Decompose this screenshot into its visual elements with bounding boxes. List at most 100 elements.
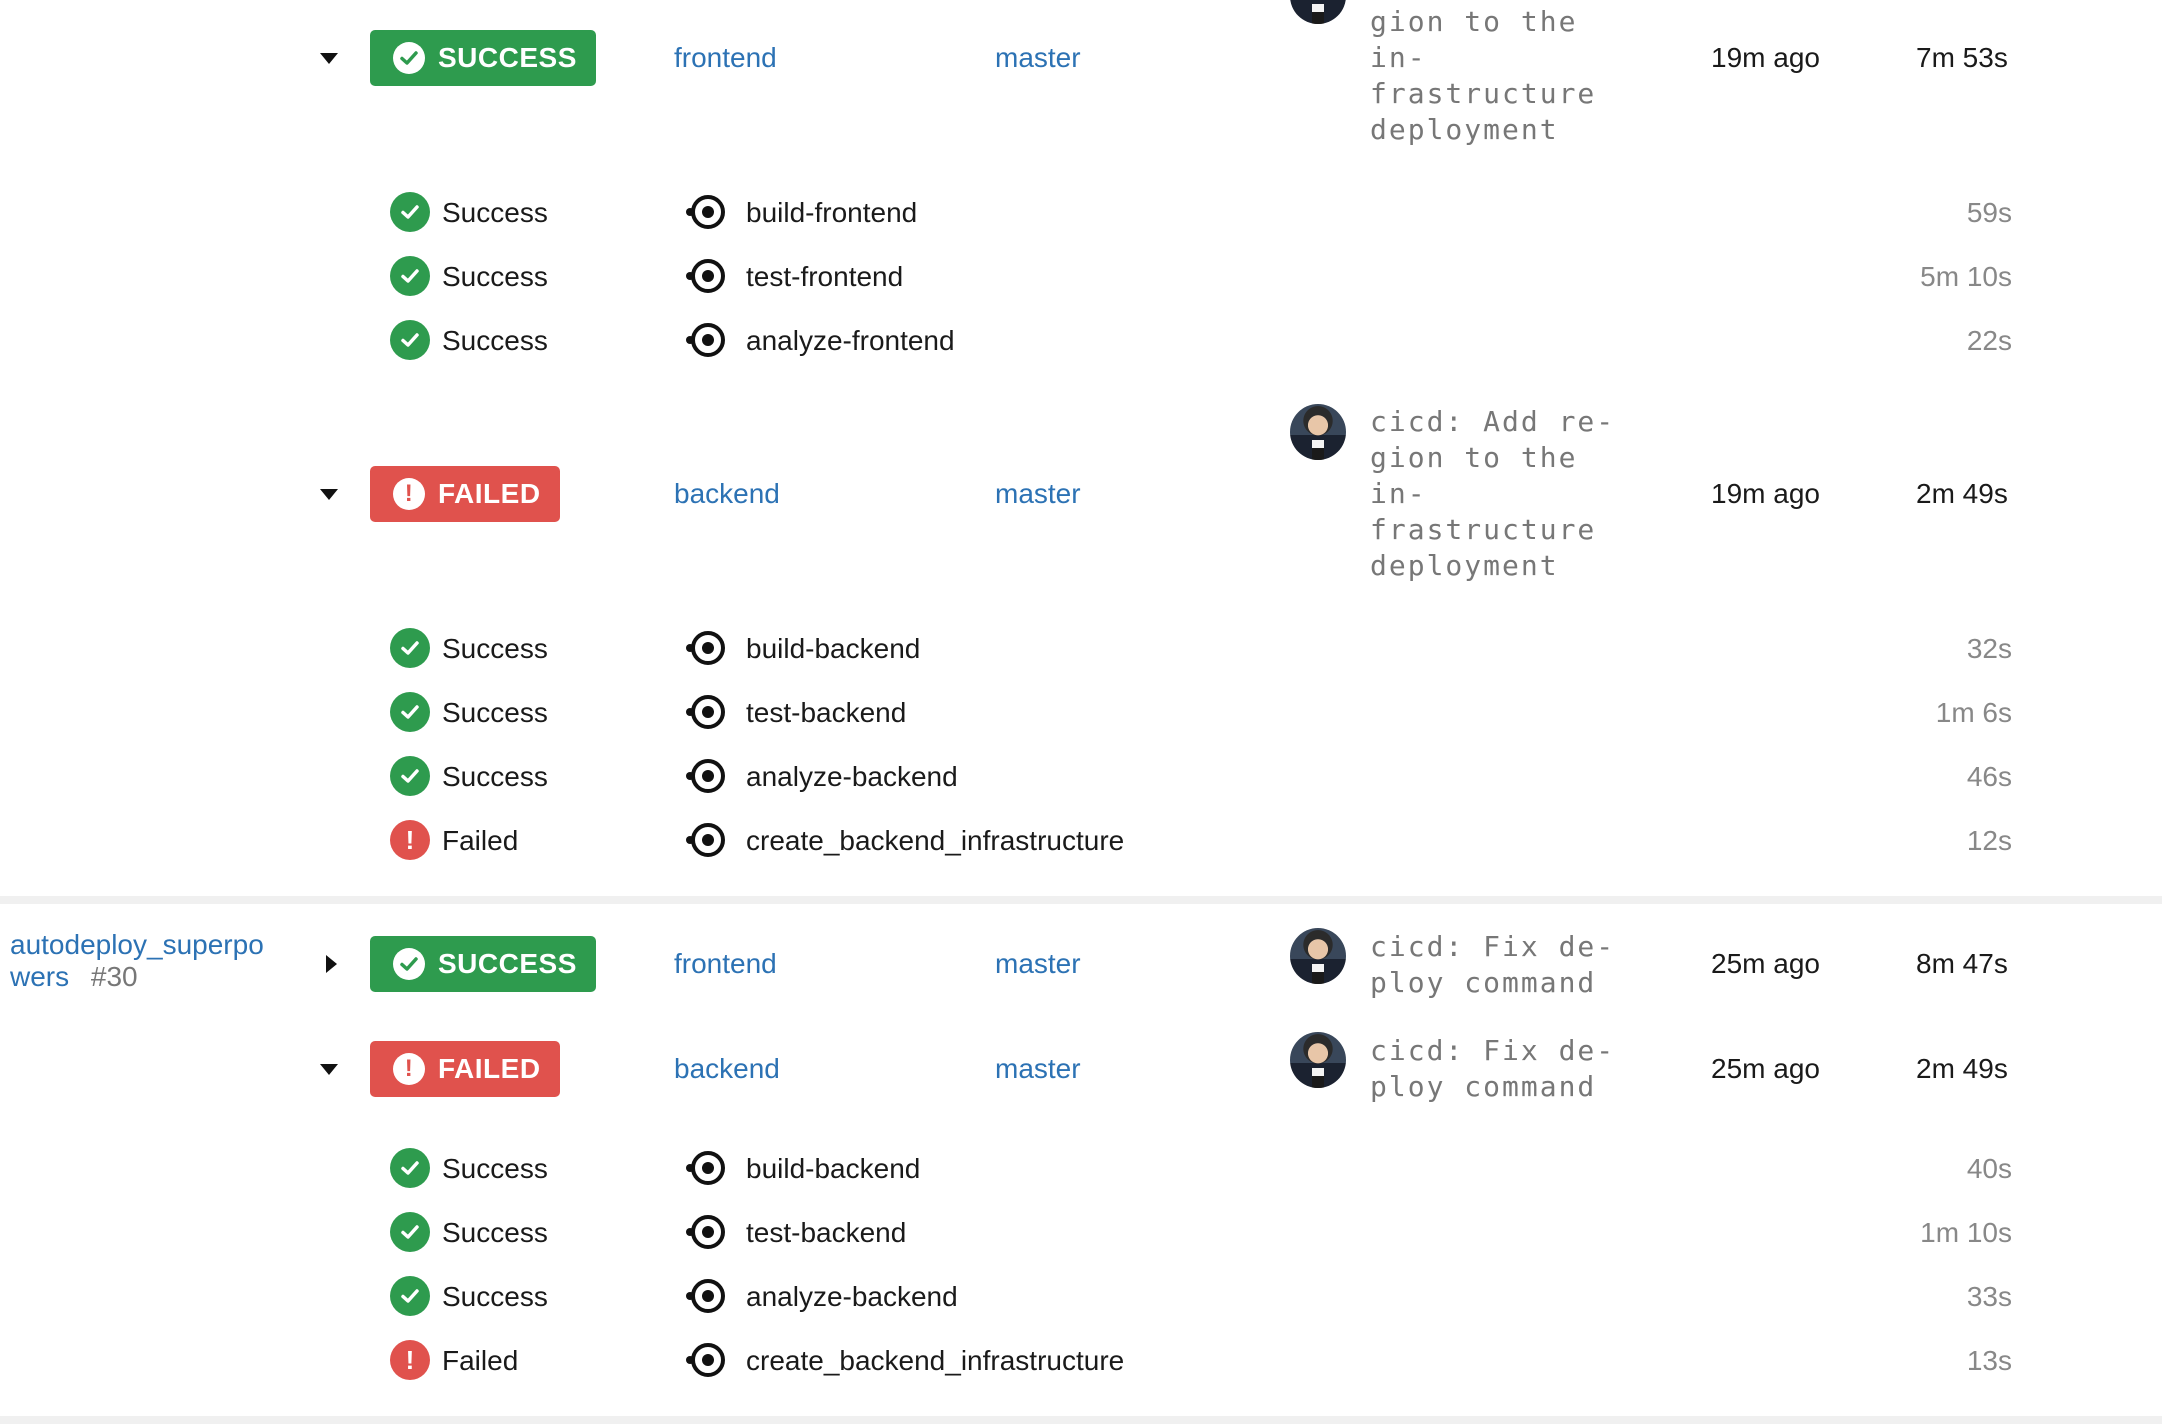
- time-ago: 25m ago: [1711, 948, 1820, 979]
- status-badge[interactable]: SUCCESS: [370, 936, 596, 992]
- job-type-icon: [686, 1215, 725, 1249]
- job-type-icon: [686, 631, 725, 665]
- exclamation-circle-icon: !: [390, 820, 430, 860]
- job-name[interactable]: create_backend_infrastructure: [746, 1345, 1124, 1377]
- check-circle-icon: [390, 1212, 430, 1252]
- commit-message[interactable]: cicd: Fix de- ploy command: [1370, 929, 1615, 1001]
- project-link[interactable]: backend: [674, 478, 780, 510]
- exclamation-circle-icon: !: [393, 478, 425, 510]
- check-circle-icon: [390, 256, 430, 296]
- commit-line: cicd: Fix de-: [1370, 930, 1616, 963]
- pipeline-duration: 8m 47s: [1916, 948, 2008, 979]
- check-circle-icon: [390, 1276, 430, 1316]
- check-circle-icon: [390, 756, 430, 796]
- job-name[interactable]: create_backend_infrastructure: [746, 825, 1124, 857]
- job-status-label: Success: [442, 261, 548, 292]
- status-badge-label: SUCCESS: [438, 42, 577, 73]
- time-ago: 19m ago: [1711, 478, 1820, 509]
- commit-line: deployment: [1370, 113, 1559, 146]
- status-badge-label: FAILED: [438, 478, 541, 509]
- job-name[interactable]: analyze-backend: [746, 761, 958, 793]
- job-type-icon: [686, 259, 725, 293]
- caret-right-icon[interactable]: [326, 955, 337, 973]
- status-badge[interactable]: SUCCESS: [370, 30, 596, 86]
- pipeline-duration: 2m 49s: [1916, 1053, 2008, 1084]
- project-link[interactable]: frontend: [674, 42, 777, 74]
- job-name[interactable]: analyze-backend: [746, 1281, 958, 1313]
- job-duration: 5m 10s: [1920, 261, 2012, 292]
- project-link[interactable]: backend: [674, 1053, 780, 1085]
- avatar: [1290, 1032, 1346, 1088]
- branch-link[interactable]: master: [995, 1053, 1081, 1085]
- commit-message[interactable]: gion to the in- frastructure deployment: [1370, 4, 1596, 148]
- commit-message[interactable]: cicd: Add re- gion to the in- frastructu…: [1370, 404, 1615, 584]
- job-type-icon: [686, 759, 725, 793]
- job-name[interactable]: build-frontend: [746, 197, 917, 229]
- pipeline-duration: 2m 49s: [1916, 478, 2008, 509]
- avatar: [1290, 928, 1346, 984]
- job-status-label: Success: [442, 761, 548, 792]
- job-duration: 22s: [1966, 325, 2012, 356]
- commit-line: cicd: Fix de-: [1370, 1034, 1616, 1067]
- job-name[interactable]: analyze-frontend: [746, 325, 955, 357]
- job-status-label: Success: [442, 1217, 548, 1248]
- workflow-name[interactable]: autodeploy_superpo wers #30: [10, 929, 264, 993]
- commit-message[interactable]: cicd: Fix de- ploy command: [1370, 1033, 1615, 1105]
- job-type-icon: [686, 195, 725, 229]
- time-ago: 19m ago: [1711, 42, 1820, 73]
- job-type-icon: [686, 1343, 725, 1377]
- job-duration: 46s: [1966, 761, 2012, 792]
- job-status-label: Failed: [442, 825, 519, 856]
- pipeline-duration: 7m 53s: [1916, 42, 2008, 73]
- check-circle-icon: [393, 42, 425, 74]
- status-badge[interactable]: ! FAILED: [370, 466, 560, 522]
- job-status-label: Success: [442, 1153, 548, 1184]
- workflow-name-line: wers: [10, 961, 70, 992]
- commit-line: frastructure: [1370, 513, 1597, 546]
- avatar: [1290, 404, 1346, 460]
- branch-link[interactable]: master: [995, 42, 1081, 74]
- job-status-label: Success: [442, 633, 548, 664]
- check-circle-icon: [390, 1148, 430, 1188]
- job-type-icon: [686, 1279, 725, 1313]
- commit-line: cicd: Add re-: [1370, 405, 1616, 438]
- status-badge[interactable]: ! FAILED: [370, 1041, 560, 1097]
- status-badge-label: FAILED: [438, 1053, 541, 1084]
- job-status-label: Success: [442, 197, 548, 228]
- time-ago: 25m ago: [1711, 1053, 1820, 1084]
- job-name[interactable]: test-backend: [746, 1217, 906, 1249]
- job-name[interactable]: test-frontend: [746, 261, 903, 293]
- job-type-icon: [686, 823, 725, 857]
- branch-link[interactable]: master: [995, 478, 1081, 510]
- workflow-separator: [0, 896, 2162, 904]
- project-link[interactable]: frontend: [674, 948, 777, 980]
- job-status-label: Failed: [442, 1345, 519, 1376]
- caret-down-icon[interactable]: [320, 489, 338, 500]
- job-duration: 1m 10s: [1920, 1217, 2012, 1248]
- exclamation-circle-icon: !: [393, 1053, 425, 1085]
- caret-down-icon[interactable]: [320, 53, 338, 64]
- commit-line: gion to the: [1370, 5, 1578, 38]
- job-duration: 59s: [1966, 197, 2012, 228]
- job-name[interactable]: build-backend: [746, 633, 920, 665]
- commit-line: gion to the: [1370, 441, 1578, 474]
- job-duration: 1m 6s: [1935, 697, 2012, 728]
- job-status-label: Success: [442, 1281, 548, 1312]
- branch-link[interactable]: master: [995, 948, 1081, 980]
- job-name[interactable]: test-backend: [746, 697, 906, 729]
- check-circle-icon: [393, 948, 425, 980]
- commit-line: deployment: [1370, 549, 1559, 582]
- job-duration: 13s: [1966, 1345, 2012, 1376]
- job-duration: 12s: [1966, 825, 2012, 856]
- commit-line: frastructure: [1370, 77, 1597, 110]
- exclamation-circle-icon: !: [390, 1340, 430, 1380]
- job-duration: 32s: [1966, 633, 2012, 664]
- commit-line: in-: [1370, 41, 1427, 74]
- job-status-label: Success: [442, 325, 548, 356]
- caret-down-icon[interactable]: [320, 1064, 338, 1075]
- job-type-icon: [686, 695, 725, 729]
- job-duration: 40s: [1966, 1153, 2012, 1184]
- job-duration: 33s: [1966, 1281, 2012, 1312]
- job-name[interactable]: build-backend: [746, 1153, 920, 1185]
- commit-line: ploy command: [1370, 966, 1597, 999]
